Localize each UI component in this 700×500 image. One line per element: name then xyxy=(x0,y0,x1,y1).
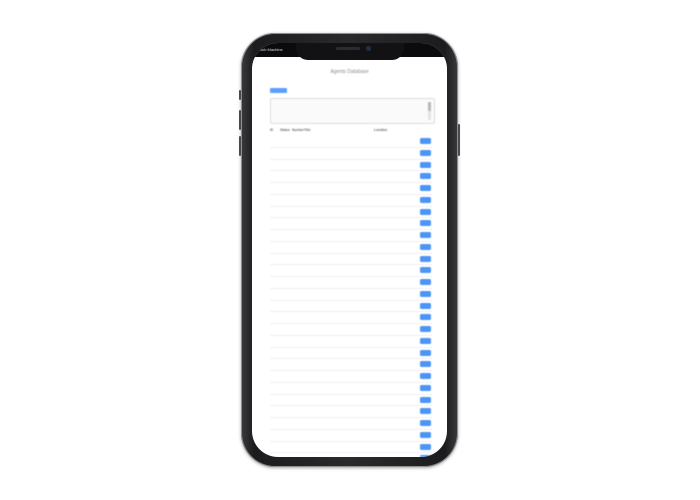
table-row[interactable] xyxy=(270,242,433,254)
row-action-button[interactable] xyxy=(420,384,431,391)
table-row[interactable] xyxy=(270,324,433,336)
table-row[interactable] xyxy=(270,383,433,395)
row-action-button[interactable] xyxy=(420,185,431,191)
table-row[interactable] xyxy=(270,359,433,371)
row-action-button[interactable] xyxy=(420,149,431,156)
table-row[interactable] xyxy=(270,453,433,457)
volume-down-button xyxy=(239,136,241,156)
row-action-button[interactable] xyxy=(420,138,431,144)
column-header-status[interactable]: Status xyxy=(280,128,290,132)
status-bar-app-name: Job Machine xyxy=(260,47,283,52)
row-action-button[interactable] xyxy=(420,279,431,285)
table-header: ID Status Number Title Location xyxy=(270,128,433,134)
table-row[interactable] xyxy=(270,136,433,148)
column-header-number[interactable]: Number xyxy=(292,128,304,132)
row-action-button[interactable] xyxy=(420,455,431,457)
column-header-id[interactable]: ID xyxy=(270,128,273,132)
row-action-button[interactable] xyxy=(420,361,431,368)
column-header-location[interactable]: Location xyxy=(374,128,387,132)
table-row[interactable] xyxy=(270,336,433,348)
page-title: Agents Database xyxy=(330,69,369,75)
row-action-button[interactable] xyxy=(420,196,431,203)
table-row[interactable] xyxy=(270,183,433,195)
table-row[interactable] xyxy=(270,371,433,383)
table-row[interactable] xyxy=(270,218,433,230)
phone-notch-icon xyxy=(295,43,404,60)
table-row[interactable] xyxy=(270,430,433,442)
row-action-button[interactable] xyxy=(420,326,431,332)
table-row[interactable] xyxy=(270,277,433,289)
filter-scrollbar-thumb[interactable] xyxy=(428,102,431,111)
row-action-button[interactable] xyxy=(420,232,431,238)
table-row[interactable] xyxy=(270,301,433,313)
table-row[interactable] xyxy=(270,171,433,183)
table-row[interactable] xyxy=(270,160,433,172)
page-content: Agents Database ID Status Number Title L… xyxy=(252,57,447,457)
row-action-button[interactable] xyxy=(420,408,431,415)
row-action-button[interactable] xyxy=(420,349,431,356)
front-camera-icon xyxy=(365,46,371,51)
table-row[interactable] xyxy=(270,148,433,160)
table-row[interactable] xyxy=(270,418,433,430)
phone-screen: Job Machine Agents Database ID Status Nu… xyxy=(252,43,447,457)
row-action-button[interactable] xyxy=(420,173,431,180)
row-action-button[interactable] xyxy=(420,290,431,297)
search-filter-box[interactable] xyxy=(270,98,435,124)
row-action-button[interactable] xyxy=(420,208,431,215)
row-action-button[interactable] xyxy=(420,220,431,227)
table-row[interactable] xyxy=(270,348,433,360)
power-button xyxy=(458,124,460,156)
table-row[interactable] xyxy=(270,312,433,324)
speaker-icon xyxy=(335,47,360,50)
table-row[interactable] xyxy=(270,230,433,242)
table-row[interactable] xyxy=(270,289,433,301)
row-action-button[interactable] xyxy=(420,373,431,379)
table-row[interactable] xyxy=(270,207,433,219)
table-row[interactable] xyxy=(270,442,433,454)
column-header-title[interactable]: Title xyxy=(304,128,311,132)
row-action-button[interactable] xyxy=(420,243,431,250)
row-action-button[interactable] xyxy=(420,161,431,168)
table-body xyxy=(270,136,433,457)
table-row[interactable] xyxy=(270,406,433,418)
row-action-button[interactable] xyxy=(420,337,431,344)
row-action-button[interactable] xyxy=(420,420,431,426)
row-action-button[interactable] xyxy=(420,314,431,321)
row-action-button[interactable] xyxy=(420,302,431,309)
table-row[interactable] xyxy=(270,395,433,407)
table-row[interactable] xyxy=(270,195,433,207)
row-action-button[interactable] xyxy=(420,267,431,274)
row-action-button[interactable] xyxy=(420,443,431,450)
volume-up-button xyxy=(239,110,241,130)
row-action-button[interactable] xyxy=(420,431,431,438)
table-row[interactable] xyxy=(270,265,433,277)
row-action-button[interactable] xyxy=(420,396,431,403)
add-agent-button[interactable] xyxy=(270,88,287,93)
table-row[interactable] xyxy=(270,254,433,266)
row-action-button[interactable] xyxy=(420,255,431,262)
silent-switch xyxy=(239,90,241,100)
